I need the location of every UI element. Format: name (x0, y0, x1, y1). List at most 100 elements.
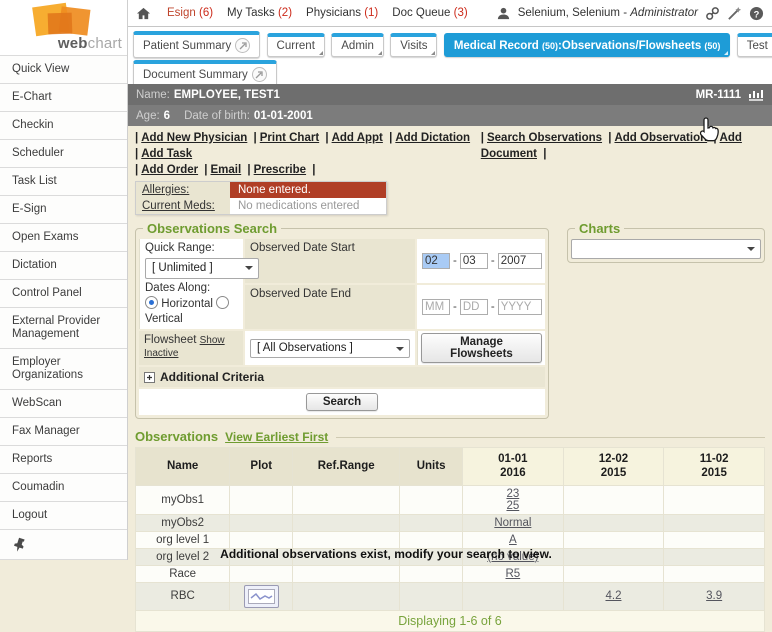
action-add-observation[interactable]: Add Observation (614, 132, 707, 144)
sparkline-icon (248, 589, 275, 604)
tab-visits[interactable]: Visits (390, 33, 437, 57)
action-search-observations[interactable]: Search Observations (487, 132, 602, 144)
action-add-order[interactable]: Add Order (141, 164, 198, 176)
plot-sparkline-button[interactable] (244, 585, 279, 608)
quick-range-panel: Quick Range: [ Unlimited ] Dates Along: … (139, 239, 243, 329)
additional-observations-message: Additional observations exist, modify yo… (0, 547, 772, 561)
sidebar-item-e-chart[interactable]: E-Chart (0, 84, 127, 112)
obs-value-link[interactable]: 4.2 (605, 590, 621, 602)
observations-table: Name Plot Ref.Range Units 01-012016 12-0… (135, 447, 765, 632)
sidebar-item-dictation[interactable]: Dictation (0, 252, 127, 280)
sidebar-item-task-list[interactable]: Task List (0, 168, 127, 196)
tab-menu-caret-icon (724, 51, 728, 55)
dates-along-label: Dates Along: (145, 281, 238, 296)
view-earliest-first-link[interactable]: View Earliest First (225, 430, 328, 444)
sidebar-item-coumadin[interactable]: Coumadin (0, 474, 127, 502)
wand-icon[interactable] (727, 6, 742, 21)
end-year-input[interactable] (498, 299, 542, 315)
observations-search-title: Observations Search (143, 221, 281, 236)
tab-document-summary[interactable]: Document Summary (133, 60, 277, 87)
tab-admin[interactable]: Admin (331, 33, 384, 57)
tab-current[interactable]: Current (267, 33, 325, 57)
tab-label: Medical Record (50):Observations/Flowshe… (454, 40, 721, 52)
tab-patient-summary[interactable]: Patient Summary (133, 31, 260, 58)
obs-name: RBC (136, 582, 230, 610)
allergies-link[interactable]: Allergies: (142, 184, 189, 196)
action-add-task[interactable]: Add Task (141, 148, 192, 160)
patient-header-row2: Age: 6 Date of birth: 01-01-2001 (128, 105, 772, 126)
obs-name: myObs1 (136, 485, 230, 514)
nav-physicians[interactable]: Physicians (1) (306, 7, 378, 19)
sidebar-item-fax-manager[interactable]: Fax Manager (0, 418, 127, 446)
sidebar-item-employer-organizations[interactable]: Employer Organizations (0, 349, 127, 390)
sidebar-item-open-exams[interactable]: Open Exams (0, 224, 127, 252)
additional-criteria-toggle[interactable]: Additional Criteria (139, 367, 545, 387)
home-button[interactable] (136, 6, 151, 21)
obs-name: myObs2 (136, 514, 230, 531)
action-add-new-physician[interactable]: Add New Physician (141, 132, 247, 144)
current-user[interactable]: Selenium, Selenium - Administrator (518, 7, 698, 19)
action-email[interactable]: Email (211, 164, 242, 176)
vertical-label: Vertical (145, 312, 238, 327)
start-day-input[interactable] (460, 253, 488, 269)
sidebar-item-reports[interactable]: Reports (0, 446, 127, 474)
quick-range-select[interactable]: [ Unlimited ] (145, 258, 259, 279)
webchart-logo[interactable]: webchart (0, 0, 127, 55)
top-navigation-bar: Esign (6) My Tasks (2) Physicians (1) Do… (128, 0, 772, 27)
logo-wordmark: webchart (58, 35, 122, 52)
sidebar-item-scheduler[interactable]: Scheduler (0, 140, 127, 168)
tab-test-results[interactable]: Test Results (737, 33, 772, 57)
sidebar-menu: Quick View E-Chart Checkin Scheduler Tas… (0, 55, 127, 560)
search-button[interactable]: Search (306, 393, 378, 411)
sidebar-item-webscan[interactable]: WebScan (0, 390, 127, 418)
popout-icon[interactable] (252, 67, 267, 82)
dob-label: Date of birth: (184, 110, 250, 122)
current-meds-value: No medications entered (230, 198, 386, 214)
link-icon[interactable] (705, 6, 720, 21)
action-add-appt[interactable]: Add Appt (332, 132, 383, 144)
dates-along-vertical-radio[interactable] (216, 296, 229, 309)
flowsheet-select[interactable]: [ All Observations ] (250, 339, 410, 358)
tab-label: Test Results (747, 40, 772, 52)
col-header-refrange: Ref.Range (293, 448, 400, 486)
charts-select[interactable] (571, 239, 761, 259)
table-row: myObs1 2325 (136, 485, 765, 514)
obs-value-link[interactable]: 23 (506, 488, 519, 500)
sidebar-item-quick-view[interactable]: Quick View (0, 55, 127, 84)
flowsheet-label-cell: Flowsheet Show Inactive (139, 331, 243, 365)
col-header-units: Units (400, 448, 463, 486)
nav-my-tasks[interactable]: My Tasks (2) (227, 7, 292, 19)
sidebar-item-checkin[interactable]: Checkin (0, 112, 127, 140)
current-meds-link[interactable]: Current Meds: (142, 200, 215, 212)
tab-medical-record-observations[interactable]: Medical Record (50):Observations/Flowshe… (444, 33, 731, 57)
popout-icon[interactable] (235, 38, 250, 53)
chart-stats-icon[interactable] (748, 88, 764, 101)
start-month-input[interactable] (422, 253, 450, 269)
action-print-chart[interactable]: Print Chart (260, 132, 319, 144)
obs-value-link[interactable]: A (509, 534, 517, 546)
tab-label: Patient Summary (143, 40, 231, 52)
start-year-input[interactable] (498, 253, 542, 269)
obs-value-link[interactable]: 3.9 (706, 590, 722, 602)
help-icon[interactable]: ? (749, 6, 764, 21)
sidebar-item-e-sign[interactable]: E-Sign (0, 196, 127, 224)
sidebar-item-external-provider-management[interactable]: External Provider Management (0, 308, 127, 349)
nav-esign[interactable]: Esign (6) (167, 7, 213, 19)
end-month-input[interactable] (422, 299, 450, 315)
sidebar-item-control-panel[interactable]: Control Panel (0, 280, 127, 308)
end-day-input[interactable] (460, 299, 488, 315)
sidebar: webchart Quick View E-Chart Checkin Sche… (0, 0, 128, 560)
dates-along-horizontal-radio[interactable] (145, 296, 158, 309)
obs-value-link[interactable]: Normal (494, 517, 531, 529)
action-add-dictation[interactable]: Add Dictation (395, 132, 470, 144)
sidebar-item-logout[interactable]: Logout (0, 502, 127, 530)
allergies-label-cell: Allergies: (136, 182, 230, 198)
tab-menu-caret-icon (378, 51, 382, 55)
dropdown-arrow-icon (396, 347, 404, 355)
col-header-date-1: 01-012016 (463, 448, 564, 486)
obs-value-link[interactable]: 25 (506, 500, 519, 512)
manage-flowsheets-button[interactable]: Manage Flowsheets (421, 333, 542, 363)
nav-doc-queue[interactable]: Doc Queue (3) (392, 7, 467, 19)
obs-name: org level 1 (136, 531, 230, 548)
action-prescribe[interactable]: Prescribe (254, 164, 306, 176)
